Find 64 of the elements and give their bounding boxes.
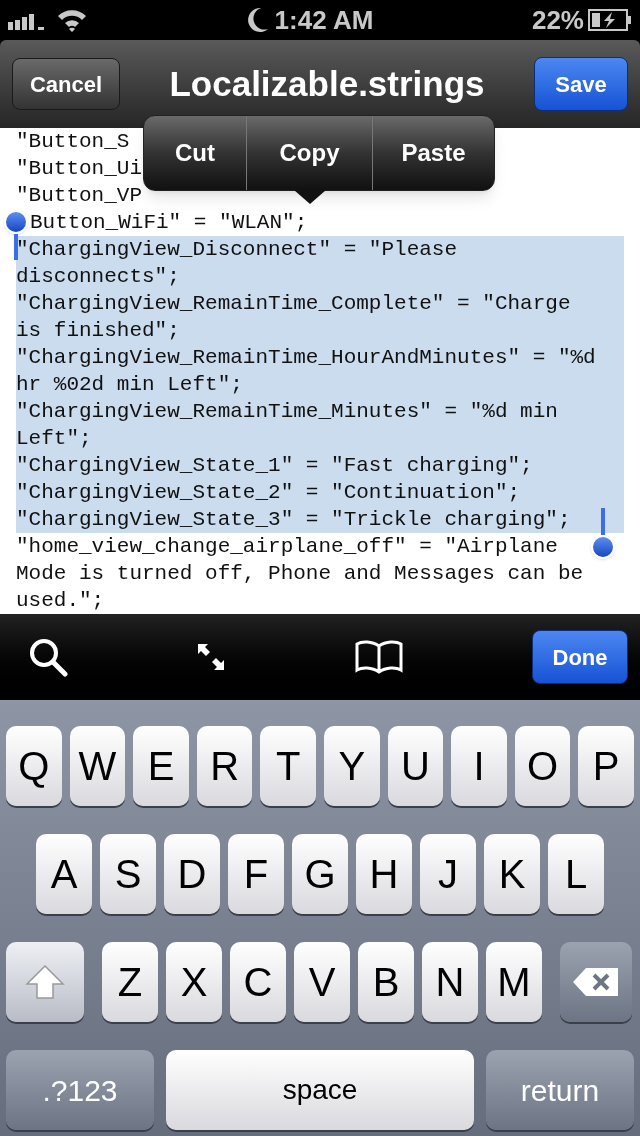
keyboard-key[interactable]: U (387, 726, 444, 806)
code-line: "ChargingView_Disconnect" = "Please (16, 237, 458, 263)
shift-arrow-icon (25, 964, 65, 1000)
keyboard-key[interactable]: O (514, 726, 571, 806)
keyboard-key[interactable]: F (228, 834, 284, 914)
keyboard-key[interactable]: K (484, 834, 540, 914)
code-line: used."; (16, 588, 105, 614)
code-line: Mode is turned off, Phone and Messages can be (16, 561, 584, 587)
battery-percentage: 22% (531, 3, 584, 37)
menu-pointer-icon (294, 190, 326, 204)
code-line: "ChargingView_State_3" = "Trickle charging"; (16, 507, 571, 533)
keyboard-key[interactable]: Y (323, 726, 380, 806)
keyboard-key[interactable]: I (451, 726, 507, 806)
keyboard-key[interactable]: N (422, 942, 478, 1022)
backspace-icon (572, 967, 620, 997)
moon-icon (246, 7, 269, 33)
code-line: is finished"; (16, 318, 180, 344)
keyboard-key[interactable]: V (294, 942, 350, 1022)
keyboard-key[interactable]: P (578, 726, 634, 806)
code-line: Left"; (16, 426, 92, 452)
code-line: disconnects"; (16, 264, 180, 290)
keyboard-key[interactable]: G (292, 834, 348, 914)
search-icon[interactable] (28, 637, 68, 677)
code-line: "ChargingView_State_2" = "Continuation"; (16, 480, 521, 506)
keyboard-key[interactable]: Z (102, 942, 158, 1022)
keyboard-key[interactable]: J (420, 834, 476, 914)
code-line: "Button_Ui (16, 156, 143, 182)
wifi-icon (56, 8, 88, 32)
keyboard-key[interactable]: R (196, 726, 253, 806)
delete-key[interactable] (560, 942, 632, 1022)
keyboard-key[interactable]: D (164, 834, 220, 914)
code-line: "ChargingView_RemainTime_HourAndMinutes" = "%d (16, 345, 596, 371)
keyboard-key[interactable]: M (486, 942, 542, 1022)
code-line: "home_view_change_airplane_off" = "Airplane (16, 534, 558, 560)
clock-time: 1:42 AM (274, 3, 374, 37)
keyboard-key[interactable]: H (356, 834, 412, 914)
keyboard-key[interactable]: W (69, 726, 126, 806)
keyboard-key[interactable]: A (36, 834, 92, 914)
window-title: Localizable.strings (169, 62, 485, 105)
code-line: hr %02d min Left"; (16, 372, 243, 398)
done-button[interactable]: Done (532, 630, 628, 684)
cancel-button[interactable]: Cancel (12, 58, 120, 110)
resize-arrows-icon[interactable] (196, 642, 226, 672)
space-key[interactable]: space (166, 1050, 474, 1130)
keyboard-key[interactable]: B (358, 942, 414, 1022)
battery-charging-icon (588, 9, 632, 31)
keyboard-key[interactable]: X (166, 942, 222, 1022)
code-line: "ChargingView_RemainTime_Minutes" = "%d min (16, 399, 558, 425)
keyboard-key[interactable]: L (548, 834, 604, 914)
menu-item[interactable]: Cut (144, 116, 246, 190)
shift-key[interactable] (6, 942, 84, 1022)
save-button[interactable]: Save (534, 57, 628, 111)
menu-item[interactable]: Paste (372, 116, 494, 190)
keyboard-key[interactable]: Q (6, 726, 62, 806)
keyboard-key[interactable]: T (260, 726, 316, 806)
code-line: "Button_S (16, 129, 130, 155)
code-line: "Button_VP (16, 183, 143, 209)
code-line: "ChargingView_RemainTime_Complete" = "Charge (16, 291, 571, 317)
keyboard-key[interactable]: C (230, 942, 286, 1022)
code-line: "ChargingView_State_1" = "Fast charging"; (16, 453, 533, 479)
keyboard-key[interactable]: S (100, 834, 156, 914)
code-line: Button_WiFi" = "WLAN"; (29, 210, 308, 236)
book-icon[interactable] (354, 640, 404, 674)
keyboard-key[interactable]: E (133, 726, 189, 806)
